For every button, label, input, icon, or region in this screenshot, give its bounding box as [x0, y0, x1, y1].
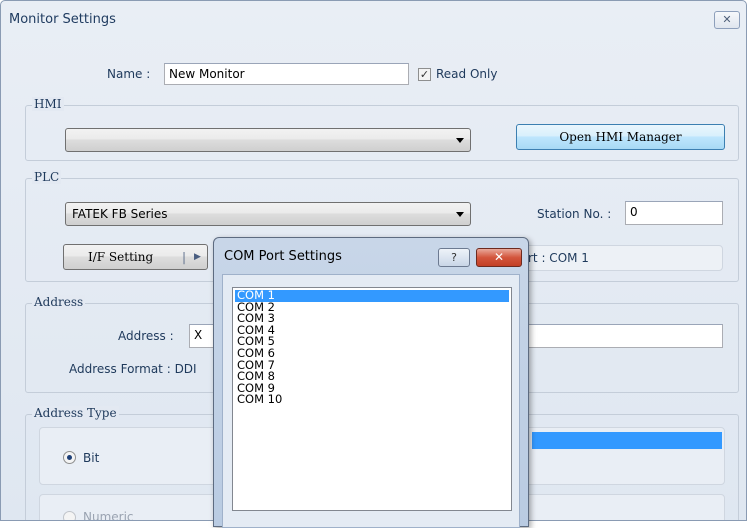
close-button[interactable]: ✕ — [714, 11, 740, 29]
window-title: Monitor Settings — [9, 12, 116, 27]
hmi-legend: HMI — [32, 97, 64, 111]
read-only-label: Read Only — [436, 67, 498, 81]
plc-dropdown-value: FATEK FB Series — [72, 207, 168, 221]
name-input[interactable]: New Monitor — [164, 63, 409, 85]
plc-legend: PLC — [32, 170, 62, 184]
station-no-input[interactable]: 0 — [625, 201, 723, 225]
com-port-item[interactable]: COM 5 — [235, 336, 509, 348]
selected-highlight — [532, 432, 722, 449]
divider-icon: | — [182, 250, 187, 264]
plc-dropdown[interactable]: FATEK FB Series — [65, 202, 471, 226]
com-port-settings-dialog: COM Port Settings ? ✕ COM 1 COM 2 COM 3 COM… — [213, 237, 529, 528]
com-port-item[interactable]: COM 6 — [235, 347, 509, 360]
if-setting-label: I/F Setting — [88, 250, 154, 264]
read-only-checkbox[interactable]: ✓ — [418, 68, 431, 81]
com-dialog-title: COM Port Settings — [224, 249, 342, 264]
station-no-label: Station No. : — [537, 207, 612, 221]
address-legend: Address — [32, 295, 86, 309]
help-icon[interactable]: ? — [438, 248, 470, 267]
com-dialog-body: COM 1 COM 2 COM 3 COM 4 COM 5 COM 6 COM 7 COM 8… — [222, 274, 520, 528]
chevron-right-icon: ▶ — [194, 252, 201, 262]
bit-label: Bit — [83, 451, 100, 465]
com-port-item[interactable]: COM 4 — [235, 324, 509, 337]
open-hmi-manager-button[interactable]: Open HMI Manager — [516, 124, 725, 150]
com-port-item[interactable]: COM 1 — [235, 289, 509, 302]
chevron-down-icon — [456, 212, 464, 217]
com-port-item[interactable]: COM 7 — [235, 359, 509, 372]
port-display: rt : COM 1 — [521, 245, 723, 271]
com-port-listbox[interactable]: COM 1 COM 2 COM 3 COM 4 COM 5 COM 6 COM 7 COM 8… — [232, 287, 512, 511]
port-text: rt : COM 1 — [528, 251, 589, 265]
address-type-legend: Address Type — [32, 406, 119, 420]
hmi-dropdown[interactable] — [65, 128, 471, 152]
name-label: Name : — [107, 67, 151, 81]
radio-dot-icon — [67, 455, 72, 460]
numeric-label: Numeric — [83, 510, 134, 521]
close-icon[interactable]: ✕ — [476, 248, 522, 267]
com-port-item[interactable]: COM 3 — [235, 313, 509, 325]
if-setting-button[interactable]: I/F Setting | ▶ — [63, 244, 208, 270]
address-label: Address : — [118, 329, 174, 343]
com-port-item[interactable]: COM 10 — [235, 394, 509, 406]
title-bar: Monitor Settings ✕ — [1, 1, 746, 37]
com-port-item[interactable]: COM 8 — [235, 371, 509, 383]
bit-radio[interactable] — [63, 451, 76, 464]
address-format-label: Address Format : DDI — [69, 362, 197, 376]
com-port-item[interactable]: COM 2 — [235, 301, 509, 314]
chevron-down-icon — [456, 138, 464, 143]
